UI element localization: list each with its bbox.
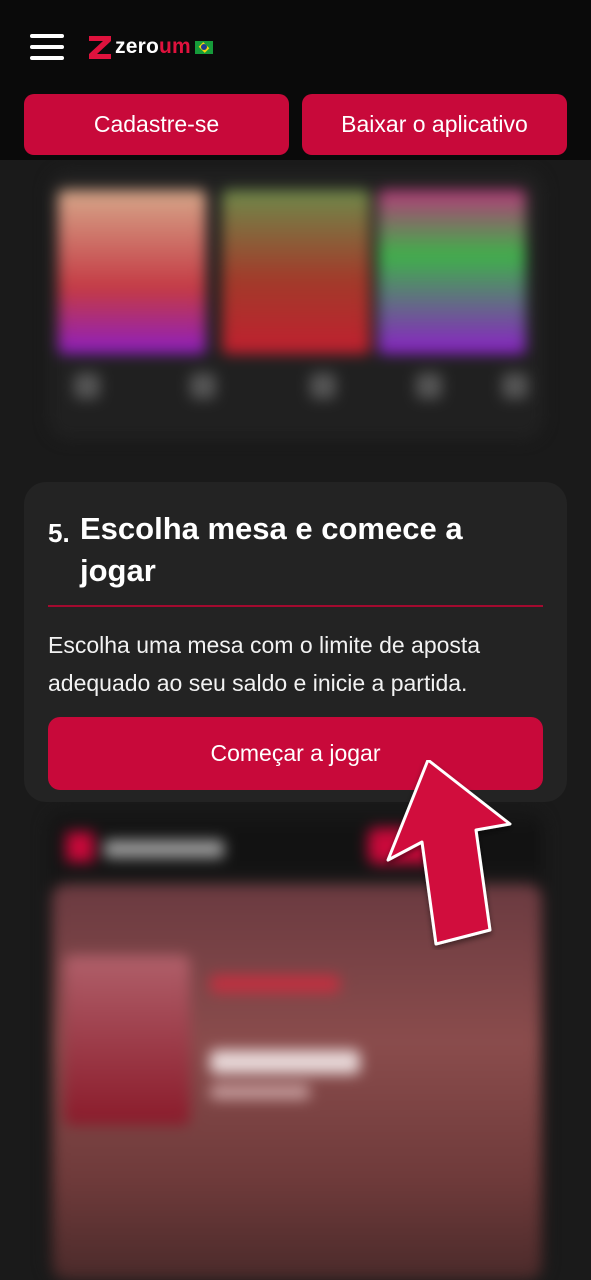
blurred-app-logo-text (104, 840, 224, 858)
blurred-dock-icon (416, 373, 442, 399)
blurred-dock-icon (310, 373, 336, 399)
logo-text: zeroum (115, 35, 191, 58)
blurred-game-tile (378, 190, 526, 354)
menu-icon[interactable] (30, 34, 64, 60)
blurred-dock-icon (74, 373, 100, 399)
step-title: Escolha mesa e comece a jogar (80, 511, 463, 588)
top-header: zeroum Cadastre-se Baixar o aplicativo (0, 0, 591, 160)
blurred-dock-icon (190, 373, 216, 399)
blurred-game-badge (210, 975, 340, 993)
register-button[interactable]: Cadastre-se (24, 94, 289, 155)
download-app-button[interactable]: Baixar o aplicativo (302, 94, 567, 155)
step-divider (48, 605, 543, 607)
blurred-game-subtitle (210, 1085, 310, 1099)
blurred-app-logo (66, 832, 94, 862)
blurred-game-title (210, 1050, 360, 1074)
step-number: 5. (48, 518, 70, 548)
step-card: 5. Escolha mesa e comece a jogar Escolha… (24, 482, 567, 802)
zeroum-logo[interactable]: zeroum (88, 34, 213, 60)
z-logo-icon (89, 36, 111, 59)
blurred-game-tile (58, 190, 206, 354)
brazil-flag-icon (194, 40, 213, 54)
blurred-game-tile (222, 190, 370, 354)
step-description: Escolha uma mesa com o limite de aposta … (48, 632, 481, 696)
blurred-dock-icon (502, 373, 528, 399)
pointer-arrow-icon (386, 760, 512, 946)
blurred-game-thumbnail (64, 955, 190, 1125)
